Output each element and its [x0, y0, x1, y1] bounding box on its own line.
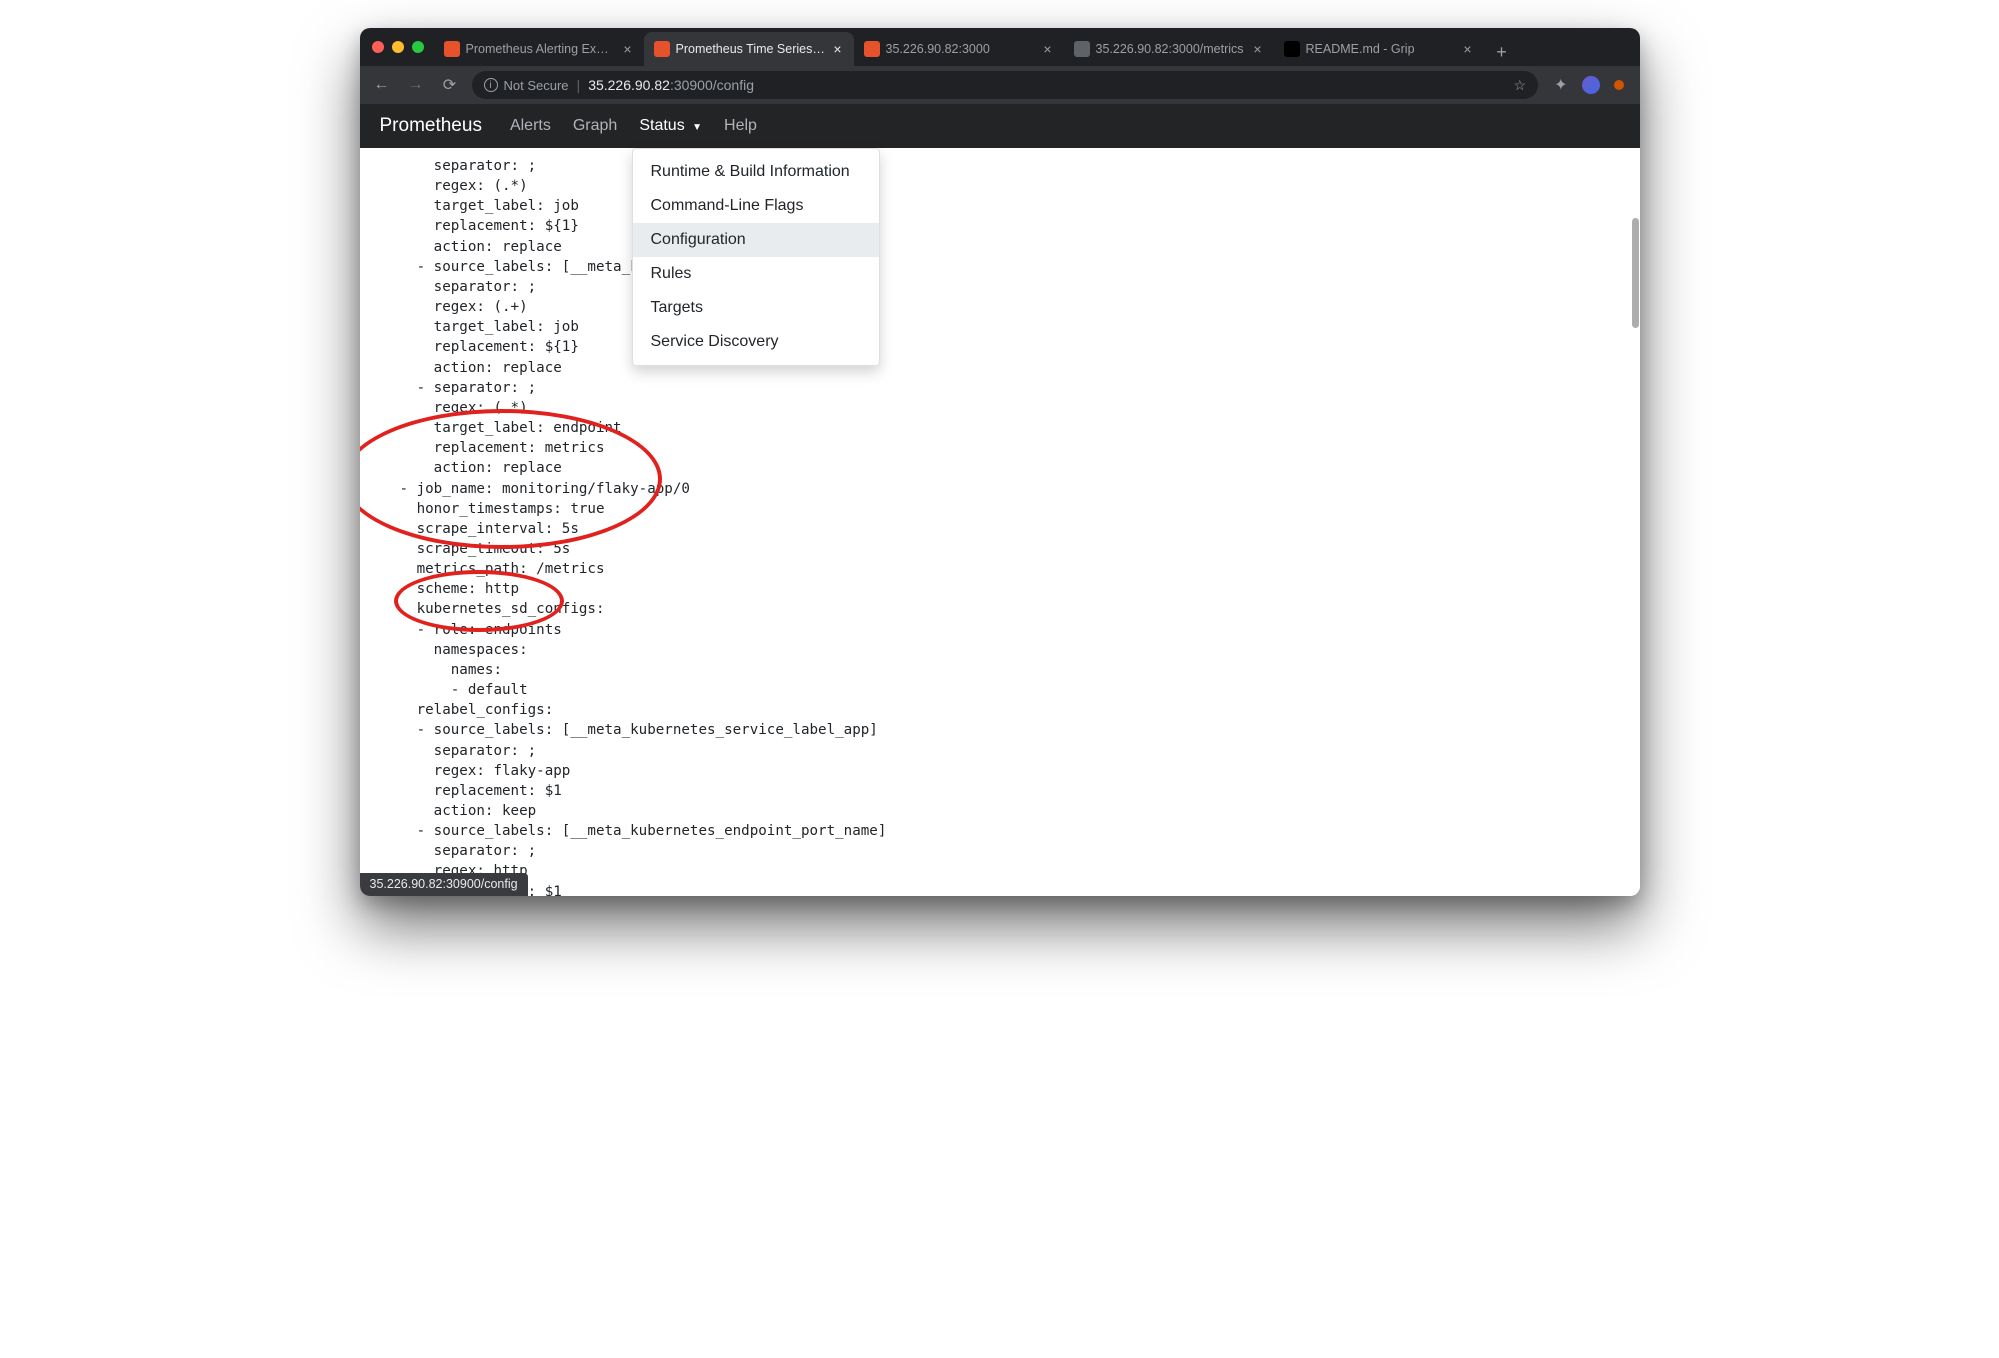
nav-status-dropdown[interactable]: Status ▼ — [639, 117, 702, 135]
new-tab-button[interactable]: + — [1488, 38, 1516, 66]
tab-title: 35.226.90.82:3000 — [886, 42, 1036, 56]
vertical-scrollbar[interactable] — [1632, 218, 1639, 328]
close-window-button[interactable] — [372, 41, 384, 53]
back-button[interactable]: ← — [370, 76, 394, 94]
extension-profile-icon[interactable] — [1582, 76, 1600, 94]
tab-title: Prometheus Time Series Collec — [676, 42, 826, 56]
tabs-container: Prometheus Alerting Example × Prometheus… — [434, 28, 1640, 66]
caret-down-icon: ▼ — [692, 122, 702, 133]
status-bar: 35.226.90.82:30900/config — [360, 873, 528, 896]
app-brand[interactable]: Prometheus — [380, 115, 482, 137]
dropdown-item-flags[interactable]: Command-Line Flags — [633, 189, 879, 223]
browser-tab[interactable]: 35.226.90.82:3000/metrics × — [1064, 32, 1274, 66]
tab-close-icon[interactable]: × — [1461, 39, 1473, 59]
browser-tab[interactable]: README.md - Grip × — [1274, 32, 1484, 66]
tab-title: 35.226.90.82:3000/metrics — [1096, 42, 1246, 56]
security-label: Not Secure — [504, 78, 569, 93]
dropdown-item-configuration[interactable]: Configuration — [633, 223, 879, 257]
nav-status-label: Status — [639, 117, 684, 134]
url-text: 35.226.90.82:30900/config — [588, 77, 754, 93]
app-navbar: Prometheus Alerts Graph Status ▼ Help Ru… — [360, 104, 1640, 148]
tab-close-icon[interactable]: × — [831, 39, 843, 59]
bookmark-star-icon[interactable]: ☆ — [1514, 77, 1527, 94]
dropdown-item-targets[interactable]: Targets — [633, 291, 879, 325]
security-indicator[interactable]: i Not Secure — [484, 78, 569, 93]
window-controls — [368, 41, 434, 53]
tab-close-icon[interactable]: × — [1041, 39, 1053, 59]
extensions-icon[interactable]: ✦ — [1554, 75, 1567, 95]
url-host: 35.226.90.82 — [588, 77, 670, 93]
maximize-window-button[interactable] — [412, 41, 424, 53]
tab-title: README.md - Grip — [1306, 42, 1456, 56]
tab-bar: Prometheus Alerting Example × Prometheus… — [360, 28, 1640, 66]
status-dropdown-menu: Runtime & Build Information Command-Line… — [632, 148, 880, 366]
tab-close-icon[interactable]: × — [621, 39, 633, 59]
toolbar-icons: ✦ — [1548, 75, 1629, 95]
browser-tab[interactable]: Prometheus Time Series Collec × — [644, 32, 854, 66]
prometheus-favicon-icon — [444, 41, 460, 57]
browser-window: Prometheus Alerting Example × Prometheus… — [360, 28, 1640, 896]
github-favicon-icon — [1284, 41, 1300, 57]
tab-title: Prometheus Alerting Example — [466, 42, 616, 56]
browser-tab[interactable]: 35.226.90.82:3000 × — [854, 32, 1064, 66]
dropdown-item-service-discovery[interactable]: Service Discovery — [633, 325, 879, 359]
tab-close-icon[interactable]: × — [1251, 39, 1263, 59]
config-yaml-block[interactable]: separator: ; regex: (.*) target_label: j… — [360, 148, 1640, 896]
address-bar: ← → ⟳ i Not Secure | 35.226.90.82:30900/… — [360, 66, 1640, 104]
globe-favicon-icon — [1074, 41, 1090, 57]
dropdown-item-rules[interactable]: Rules — [633, 257, 879, 291]
page-content: separator: ; regex: (.*) target_label: j… — [360, 148, 1640, 896]
url-path: :30900/config — [670, 77, 754, 93]
nav-alerts[interactable]: Alerts — [510, 117, 551, 135]
prometheus-favicon-icon — [654, 41, 670, 57]
prometheus-favicon-icon — [864, 41, 880, 57]
url-input[interactable]: i Not Secure | 35.226.90.82:30900/config… — [472, 71, 1539, 99]
status-text: 35.226.90.82:30900/config — [370, 877, 518, 891]
reload-button[interactable]: ⟳ — [438, 75, 462, 95]
nav-graph[interactable]: Graph — [573, 117, 617, 135]
extension-icon[interactable] — [1614, 80, 1624, 90]
forward-button[interactable]: → — [404, 76, 428, 94]
info-icon: i — [484, 78, 498, 92]
minimize-window-button[interactable] — [392, 41, 404, 53]
browser-tab[interactable]: Prometheus Alerting Example × — [434, 32, 644, 66]
dropdown-item-runtime[interactable]: Runtime & Build Information — [633, 155, 879, 189]
nav-help[interactable]: Help — [724, 117, 757, 135]
